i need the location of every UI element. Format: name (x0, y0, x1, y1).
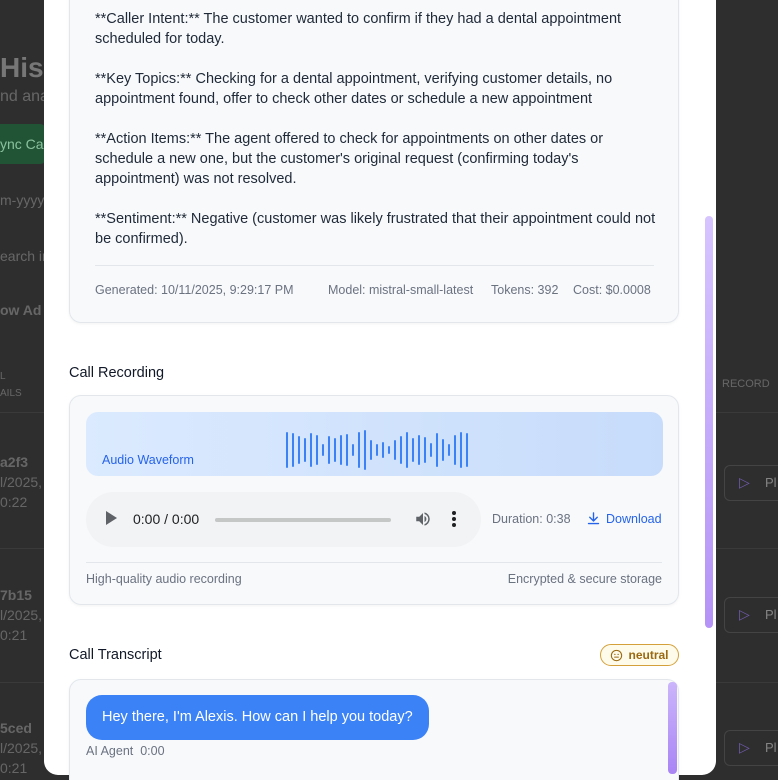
waveform-bar (322, 444, 324, 456)
recording-divider (86, 562, 662, 563)
call-transcript-title: Call Transcript (69, 647, 162, 663)
waveform-bar (370, 440, 372, 460)
waveform-bar (430, 443, 432, 457)
summary-generated-time: Generated: 10/11/2025, 9:29:17 PM (95, 283, 294, 297)
sentiment-badge-label: neutral (628, 648, 669, 662)
waveform-bar (448, 444, 450, 456)
bg-col-recording: RECORD (722, 378, 770, 390)
bg-row-time: 0:21 (0, 627, 28, 643)
download-label: Download (606, 511, 662, 526)
summary-model: Model: mistral-small-latest (328, 283, 474, 297)
waveform-bar (334, 438, 336, 462)
message-time: 0:00 (140, 744, 165, 758)
bg-row-time: 0:22 (0, 494, 28, 510)
summary-action-items: **Action Items:** The agent offered to c… (95, 131, 604, 187)
bg-row-date: l/2025, (0, 607, 43, 623)
waveform-bar (298, 436, 300, 464)
waveform-bar (388, 446, 390, 454)
bg-row-time: 0:21 (0, 760, 28, 776)
neutral-face-icon (611, 649, 623, 661)
bg-row-id: 7b15 (0, 587, 32, 603)
summary-tokens: Tokens: 392 (491, 283, 559, 297)
agent-message-bubble: Hey there, I'm Alexis. How can I help yo… (86, 695, 429, 740)
summary-cost: Cost: $0.0008 (573, 283, 651, 297)
bg-row-date: l/2025, (0, 474, 43, 490)
waveform-bar (400, 436, 402, 464)
waveform-bar (316, 435, 318, 465)
bg-search-input: earch in (0, 248, 50, 264)
recording-duration: Duration: 0:38 (492, 512, 571, 526)
waveform-bar (466, 433, 468, 467)
download-button[interactable]: Download (586, 511, 662, 526)
ai-summary-card: **Caller Intent:** The customer wanted t… (69, 0, 679, 323)
player-progress-bar[interactable] (215, 518, 391, 522)
bg-row-date: l/2025, (0, 740, 43, 756)
waveform-bar (292, 433, 294, 467)
play-icon[interactable] (106, 511, 117, 525)
modal-scrollbar[interactable] (705, 216, 713, 628)
waveform-bar (340, 435, 342, 465)
message-meta: AI Agent 0:00 (86, 744, 165, 758)
bg-date-input: m-yyyy (0, 192, 45, 208)
waveform-bar (442, 439, 444, 461)
summary-caller-intent: **Caller Intent:** The customer wanted t… (95, 11, 622, 47)
more-options-icon[interactable] (448, 509, 460, 529)
audio-player[interactable]: 0:00 / 0:00 (86, 492, 481, 547)
audio-waveform: Audio Waveform (86, 412, 663, 476)
waveform-bar (454, 435, 456, 465)
waveform-bar (286, 432, 288, 468)
transcript-card: Hey there, I'm Alexis. How can I help yo… (69, 679, 679, 780)
waveform-bar (352, 444, 354, 456)
bg-play-button: ▷ Pl (724, 597, 778, 633)
recording-quality-note: High-quality audio recording (86, 572, 242, 586)
bg-col-details: L AILS (0, 371, 22, 399)
volume-icon[interactable] (414, 510, 432, 528)
bg-page-subtitle: nd ana (0, 88, 49, 105)
bg-row-id: 5ced (0, 720, 32, 736)
download-icon (587, 512, 600, 525)
waveform-bar (304, 438, 306, 462)
bg-sync-button-label: ync Ca (0, 136, 44, 152)
waveform-bar (310, 433, 312, 467)
summary-sentiment: **Sentiment:** Negative (customer was li… (95, 211, 656, 247)
waveform-bars (86, 412, 663, 476)
bg-row-id: a2f3 (0, 454, 29, 470)
summary-key-topics: **Key Topics:** Checking for a dental ap… (95, 71, 613, 107)
waveform-bar (376, 444, 378, 456)
waveform-bar (364, 430, 366, 470)
waveform-bar (418, 435, 420, 465)
waveform-bar (328, 436, 330, 464)
waveform-bar (424, 437, 426, 463)
waveform-bar (382, 442, 384, 458)
waveform-bar (406, 432, 408, 468)
message-speaker: AI Agent (86, 744, 134, 758)
waveform-bar (436, 433, 438, 467)
call-recording-title: Call Recording (69, 365, 165, 381)
call-recording-card: Audio Waveform 0:00 / 0:00 Duration: 0:3… (69, 395, 679, 605)
waveform-bar (412, 438, 414, 462)
summary-divider (95, 265, 654, 266)
waveform-bar (394, 440, 396, 460)
player-time: 0:00 / 0:00 (133, 511, 200, 527)
waveform-bar (460, 432, 462, 468)
bg-play-button: ▷ Pl (724, 465, 778, 501)
bg-play-button: ▷ Pl (724, 730, 778, 766)
transcript-scrollbar[interactable] (668, 682, 677, 774)
waveform-bar (346, 434, 348, 466)
recording-storage-note: Encrypted & secure storage (507, 572, 662, 586)
sentiment-badge: neutral (600, 644, 679, 666)
waveform-bar (358, 432, 360, 468)
bg-filters-toggle: ow Ad (0, 302, 42, 318)
